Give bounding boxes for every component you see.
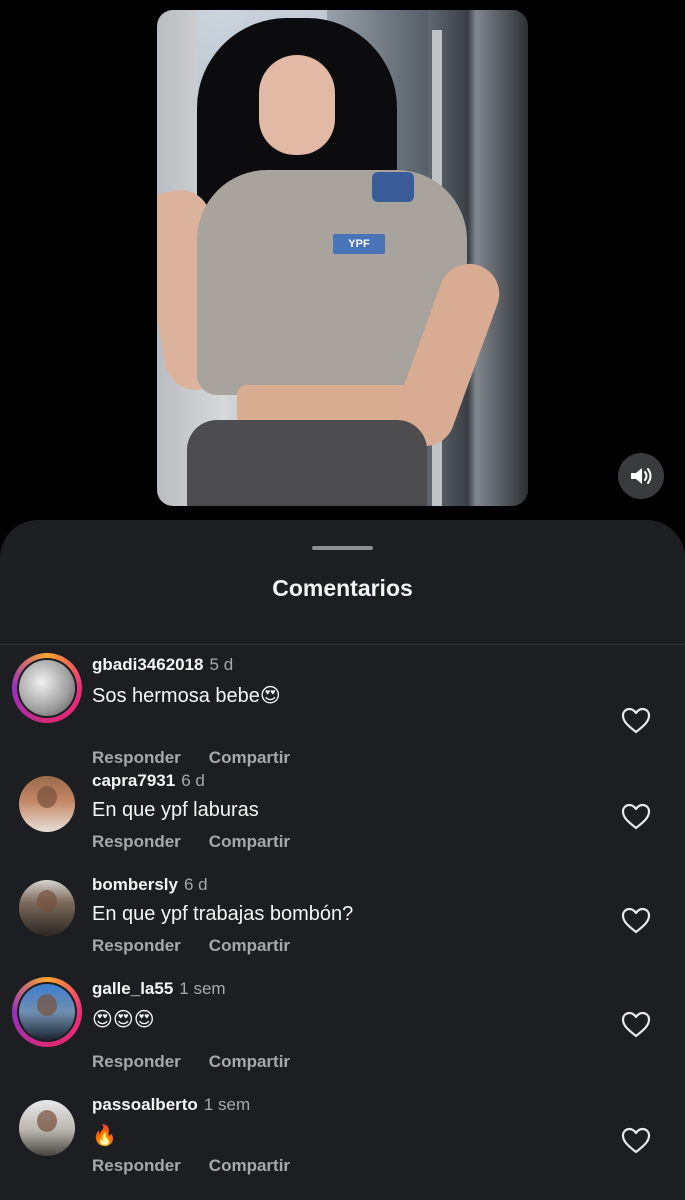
reply-button[interactable]: Responder [92,748,181,767]
video-person-face [259,55,335,155]
video-person-pants [187,420,427,506]
video-player[interactable]: YPF [157,10,528,506]
comments-sheet: Comentarios gbadi3462018 5 d Sos hermosa … [0,520,685,1200]
sheet-title: Comentarios [272,575,413,601]
share-button[interactable]: Compartir [209,1156,290,1175]
comment-username[interactable]: bombersly [92,875,178,894]
like-button[interactable] [620,705,652,735]
comment-time: 6 d [181,771,205,790]
divider [0,644,685,645]
comment-text: Sos hermosa bebe😍 [92,685,281,707]
comment-time: 1 sem [203,1095,251,1114]
comment-item: capra7931 6 d En que ypf laburas Responde… [0,769,685,879]
comment-item: gbadi3462018 5 d Sos hermosa bebe😍 Respon… [0,653,685,767]
speaker-icon [631,468,652,484]
comment-text: En que ypf trabajas bombón? [92,903,354,925]
reply-button[interactable]: Responder [92,832,181,851]
like-button[interactable] [620,801,652,831]
comment-username[interactable]: gbadi3462018 [92,655,204,674]
share-button[interactable]: Compartir [209,1052,290,1071]
avatar [19,984,75,1040]
avatar-wrapper[interactable] [12,873,82,943]
avatar [19,880,75,936]
comment-time: 1 sem [179,979,226,998]
sound-toggle-button[interactable] [618,453,664,499]
reply-button[interactable]: Responder [92,1156,181,1175]
share-button[interactable]: Compartir [209,936,290,955]
comment-text: 🔥 [92,1125,117,1147]
avatar-story-ring[interactable] [12,653,82,723]
avatar [19,776,75,832]
comment-text: 😍😍😍 [92,1009,155,1031]
heart-icon [621,707,651,733]
drag-handle[interactable] [312,546,373,550]
video-shirt-stripe [372,172,414,202]
shirt-logo: YPF [333,234,385,254]
comment-item: bombersly 6 d En que ypf trabajas bombón?… [0,873,685,983]
comment-time: 6 d [183,875,208,894]
like-button[interactable] [620,1125,652,1155]
avatar-story-ring[interactable] [12,977,82,1047]
avatar [19,1100,75,1156]
comment-username[interactable]: passoalberto [92,1095,198,1114]
avatar-wrapper[interactable] [12,769,82,839]
comment-item: passoalberto 1 sem 🔥 Responder Compartir [0,1093,685,1200]
avatar-wrapper[interactable] [12,1093,82,1163]
avatar [19,660,75,716]
reply-button[interactable]: Responder [92,1052,181,1071]
comment-username[interactable]: capra7931 [92,771,175,790]
heart-icon [621,803,651,829]
share-button[interactable]: Compartir [209,832,290,851]
heart-icon [621,1011,651,1037]
comment-username[interactable]: galle_la55 [92,979,173,998]
share-button[interactable]: Compartir [209,748,290,767]
comment-time: 5 d [209,655,234,674]
reply-button[interactable]: Responder [92,936,181,955]
screen: YPF Comentarios gbadi3462018 5 d Sos herm… [0,0,685,1200]
comment-item: galle_la55 1 sem 😍😍😍 Responder Compartir [0,977,685,1087]
like-button[interactable] [620,1009,652,1039]
comment-text: En que ypf laburas [92,799,259,821]
heart-icon [621,907,651,933]
like-button[interactable] [620,905,652,935]
heart-icon [621,1127,651,1153]
